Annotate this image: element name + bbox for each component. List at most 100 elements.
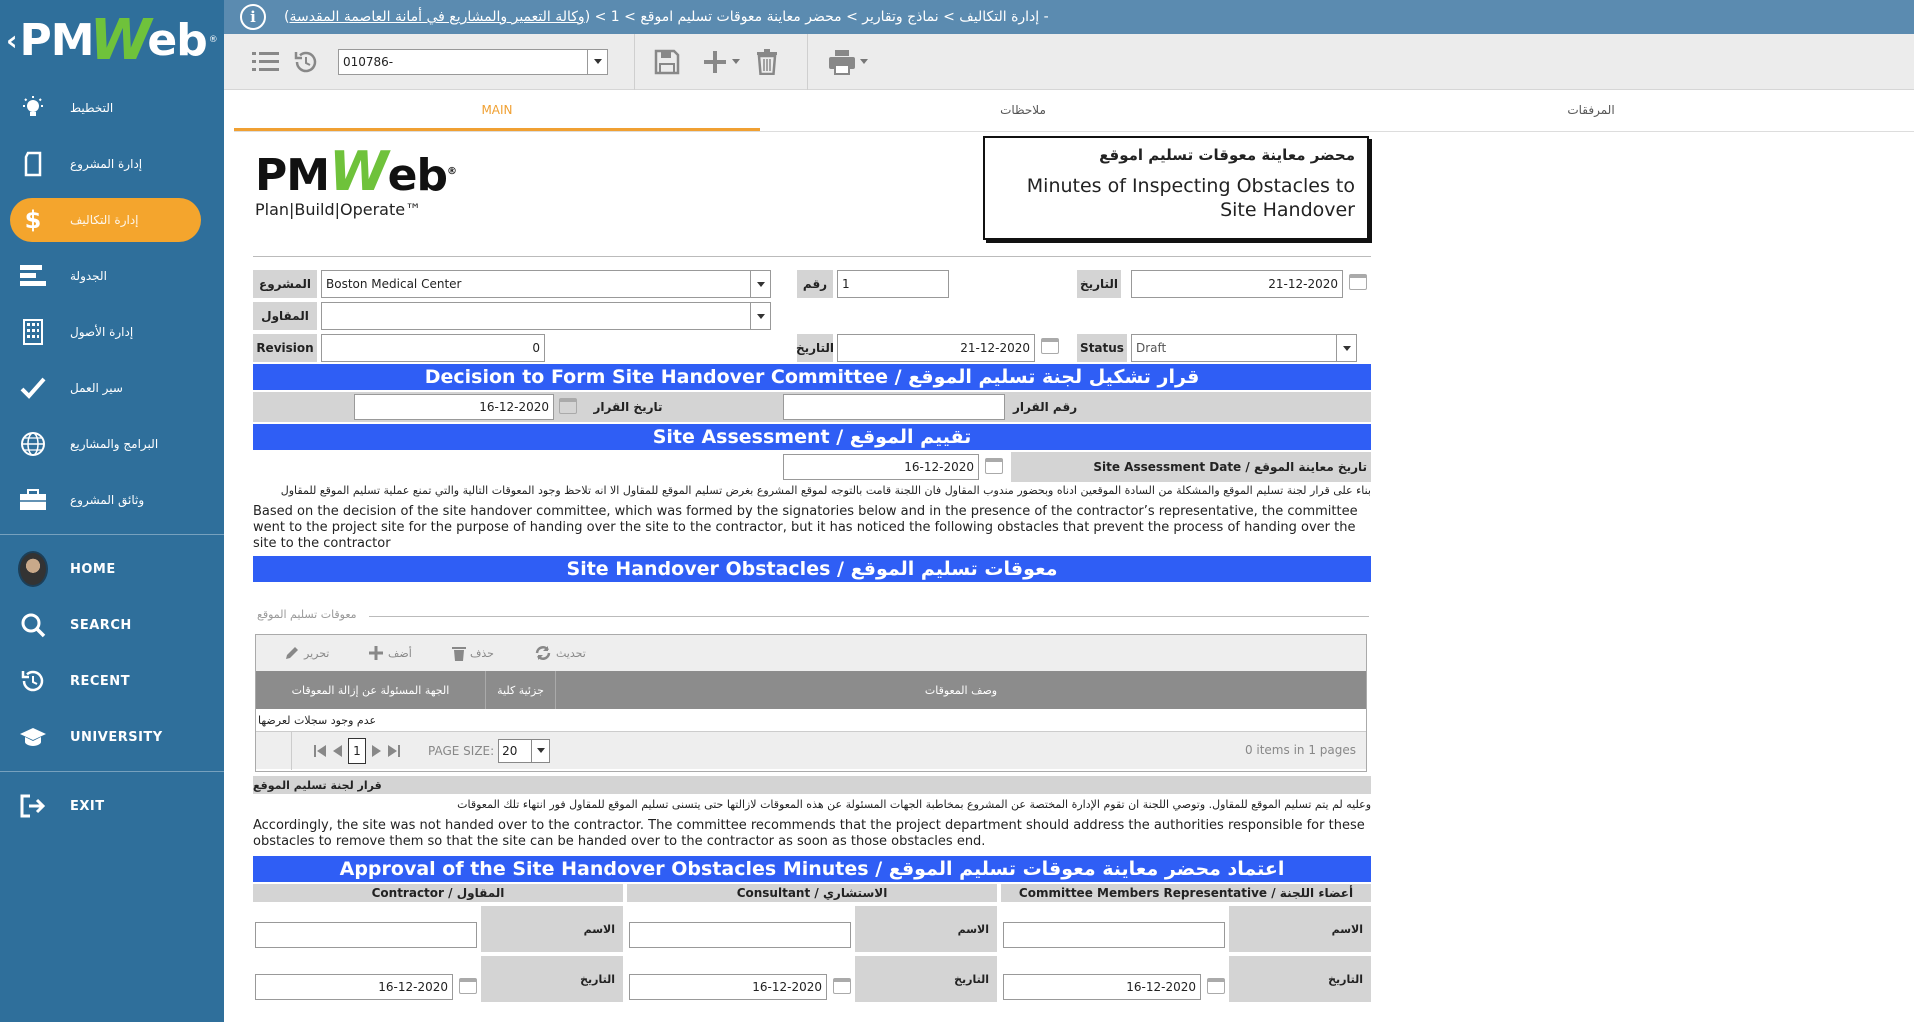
list-icon[interactable]: [246, 42, 286, 82]
tab-attachments[interactable]: المرفقات: [1286, 96, 1896, 131]
graduation-cap-icon: [18, 722, 48, 752]
sidebar-item-asset-management[interactable]: إدارة الأصول: [0, 304, 224, 360]
grid-column-header[interactable]: وصف المعوقات: [556, 671, 1366, 709]
project-select[interactable]: Boston Medical Center: [321, 270, 771, 298]
grid-delete-button[interactable]: حذف: [452, 645, 534, 661]
grid-edit-button[interactable]: تحرير: [284, 645, 368, 661]
sidebar-item-recent[interactable]: RECENT: [0, 653, 224, 709]
pmweb-logo[interactable]: ‹ PM Web ®: [0, 0, 224, 80]
name-label: الاسم: [855, 906, 997, 952]
chevron-down-icon[interactable]: [732, 59, 740, 64]
name-label: الاسم: [481, 906, 623, 952]
status-select[interactable]: Draft: [1131, 334, 1357, 362]
chevron-down-icon[interactable]: [1336, 335, 1356, 361]
status-label: Status: [1077, 334, 1127, 362]
breadcrumb-link[interactable]: وكالة التعمير والمشاريع في أمانة العاصمة…: [289, 9, 584, 25]
history-icon[interactable]: [286, 42, 326, 82]
revision-input[interactable]: 0: [321, 334, 545, 362]
globe-icon: [18, 429, 48, 459]
delete-button[interactable]: [747, 42, 787, 82]
page-number-input[interactable]: 1: [348, 737, 366, 764]
dollar-icon: $: [24, 206, 42, 234]
sidebar-item-workflow[interactable]: سير العمل: [0, 360, 224, 416]
grid-add-button[interactable]: أضف: [368, 645, 452, 661]
committee-decision-label: قرار لجنة تسليم الموقع: [253, 776, 1371, 794]
prev-page-icon: [333, 744, 342, 757]
calendar-icon[interactable]: [1041, 338, 1059, 354]
section-approval-header: اعتماد محضر معاينة معوقات تسليم الموقع /…: [253, 856, 1371, 882]
info-icon[interactable]: i: [240, 4, 266, 30]
sidebar-item-university[interactable]: UNIVERSITY: [0, 709, 224, 765]
grid-header-row: الجهة المسئولة عن إزالة المعوقات جزئية ك…: [256, 671, 1366, 709]
chevron-down-icon[interactable]: [750, 271, 770, 297]
tab-main[interactable]: MAIN: [234, 96, 760, 131]
committee-date-input[interactable]: 16-12-2020: [1003, 974, 1201, 1000]
trash-icon: [452, 647, 466, 661]
trash-icon: [757, 48, 777, 75]
refresh-icon: [535, 646, 551, 660]
revision-label: Revision: [253, 334, 317, 362]
sidebar-item-scheduling[interactable]: الجدولة: [0, 248, 224, 304]
form-pmweb-logo: PMWeb® Plan|Build|Operate™: [255, 140, 457, 220]
sidebar-item-project-management[interactable]: إدارة المشروع: [0, 136, 224, 192]
sidebar-item-cost-management[interactable]: $ إدارة التكاليف: [0, 192, 224, 248]
calendar-icon[interactable]: [1207, 978, 1225, 994]
decision-number-label: رقم القرار: [1013, 400, 1078, 414]
assessment-date-input[interactable]: 16-12-2020: [783, 454, 979, 480]
grid-pager: 1 PAGE SIZE: 20 0 items in 1 pages: [256, 731, 1366, 770]
grid-column-header[interactable]: الجهة المسئولة عن إزالة المعوقات: [256, 671, 486, 709]
sidebar-item-home[interactable]: HOME: [0, 541, 224, 597]
form-main: PMWeb® Plan|Build|Operate™ محضر معاينة م…: [253, 132, 1373, 1002]
sidebar-item-search[interactable]: SEARCH: [0, 597, 224, 653]
contractor-date-input[interactable]: 16-12-2020: [255, 974, 453, 1000]
sidebar-item-planning[interactable]: التخطيط: [0, 80, 224, 136]
plus-icon: [369, 646, 383, 660]
date2-label: التاريخ: [796, 334, 834, 362]
calendar-icon[interactable]: [985, 458, 1003, 474]
paragraph-en-1: Based on the decision of the site handov…: [253, 504, 1358, 551]
paragraph-en-2: Accordingly, the site was not handed ove…: [253, 818, 1365, 849]
calendar-icon[interactable]: [559, 398, 577, 414]
date-label: التاريخ: [855, 956, 997, 1002]
save-button[interactable]: [647, 42, 687, 82]
contractor-name-input[interactable]: [255, 922, 477, 948]
date-input[interactable]: 21-12-2020: [1131, 270, 1343, 298]
date2-input[interactable]: 21-12-2020: [837, 334, 1035, 362]
chevron-down-icon[interactable]: [531, 739, 549, 762]
decision-date-label: تاريخ القرار: [593, 400, 663, 414]
calendar-icon[interactable]: [833, 978, 851, 994]
number-input[interactable]: 1: [837, 270, 949, 298]
consultant-name-input[interactable]: [629, 922, 851, 948]
pager-summary: 0 items in 1 pages: [1244, 743, 1356, 757]
paragraph-ar-1: بناء على قرار لجنة تسليم الموقع والمشكلة…: [280, 484, 1371, 497]
back-chevron-icon[interactable]: ‹: [6, 24, 18, 57]
sidebar-item-exit[interactable]: EXIT: [0, 778, 224, 834]
print-button[interactable]: [820, 42, 876, 82]
schedule-bars-icon: [18, 261, 48, 291]
checkmark-icon: [18, 373, 48, 403]
record-select[interactable]: 010786-: [338, 48, 608, 75]
calendar-icon[interactable]: [1349, 274, 1367, 290]
page-size-select[interactable]: 20: [498, 738, 551, 763]
add-button[interactable]: [695, 42, 747, 82]
sidebar-item-project-documents[interactable]: وثائق المشروع: [0, 472, 224, 528]
tab-notes[interactable]: ملاحظات: [760, 96, 1286, 131]
grid-empty-message: عدم وجود سجلات لعرضها: [258, 714, 377, 727]
grid-column-header[interactable]: جزئية كلية: [486, 671, 556, 709]
grid-refresh-button[interactable]: تحديث: [534, 645, 586, 661]
consultant-date-input[interactable]: 16-12-2020: [629, 974, 827, 1000]
chevron-down-icon[interactable]: [860, 59, 868, 64]
chevron-down-icon[interactable]: [587, 49, 607, 74]
calendar-icon[interactable]: [459, 978, 477, 994]
chevron-down-icon[interactable]: [750, 303, 770, 329]
page-size-label: PAGE SIZE:: [428, 743, 495, 758]
exit-icon: [18, 791, 48, 821]
sidebar-divider: [0, 771, 224, 772]
decision-date-input[interactable]: 16-12-2020: [354, 394, 554, 420]
contractor-select[interactable]: [321, 302, 771, 330]
decision-number-input[interactable]: [783, 394, 1005, 420]
committee-name-input[interactable]: [1003, 922, 1225, 948]
form-title-ar: محضر معاينة معوقات تسليم اموقع: [1099, 146, 1355, 164]
search-icon: [18, 610, 48, 640]
sidebar-item-programs-projects[interactable]: البرامج والمشاريع: [0, 416, 224, 472]
